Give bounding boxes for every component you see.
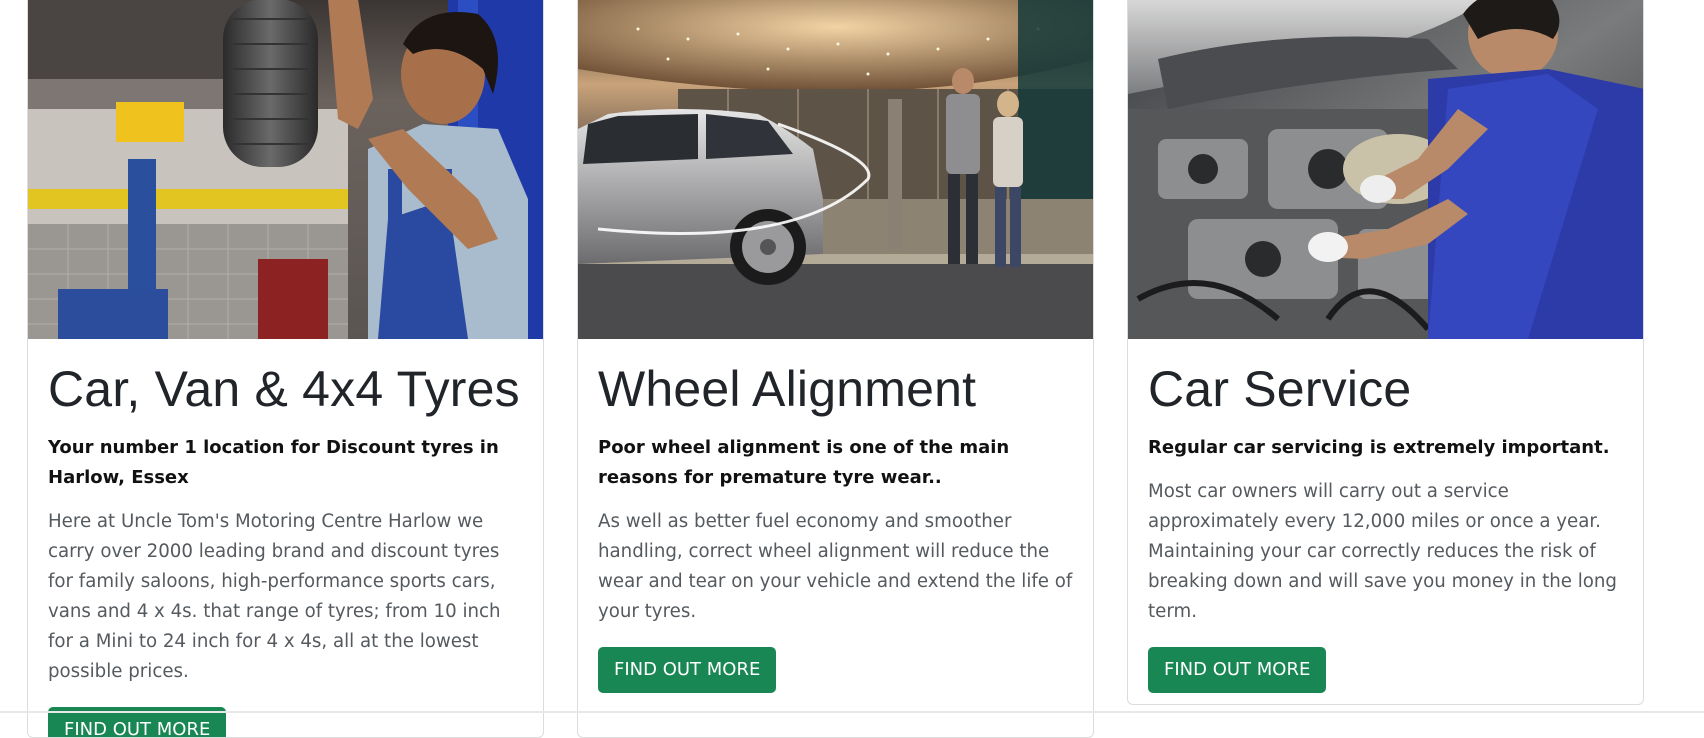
tyres-card-subtitle: Your number 1 location for Discount tyre… — [48, 437, 499, 488]
service-card-wheel-alignment: Wheel Alignment Poor wheel alignment is … — [577, 0, 1094, 738]
service-card-tyres: Car, Van & 4x4 Tyres Your number 1 locat… — [27, 0, 544, 738]
tyres-card-description: Here at Uncle Tom's Motoring Centre Harl… — [48, 511, 501, 682]
car-service-card-subtitle: Regular car servicing is extremely impor… — [1148, 437, 1610, 458]
service-cards: Car, Van & 4x4 Tyres Your number 1 locat… — [0, 0, 1704, 738]
tyres-card-image — [28, 0, 543, 339]
wheel-alignment-find-out-more-button[interactable]: FIND OUT MORE — [598, 647, 777, 693]
wheel-alignment-card-subtitle: Poor wheel alignment is one of the main … — [598, 437, 1010, 488]
car-service-card-description: Most car owners will carry out a service… — [1148, 481, 1617, 622]
tyres-card-body: Car, Van & 4x4 Tyres Your number 1 locat… — [28, 359, 543, 737]
wheel-alignment-card-description: As well as better fuel economy and smoot… — [598, 511, 1073, 622]
wheel-alignment-card-image — [578, 0, 1093, 339]
service-card-car-service: Car Service Regular car servicing is ext… — [1127, 0, 1644, 705]
car-service-find-out-more-button[interactable]: FIND OUT MORE — [1148, 647, 1327, 693]
car-service-card-body: Car Service Regular car servicing is ext… — [1128, 359, 1643, 693]
tyres-card-title: Car, Van & 4x4 Tyres — [48, 361, 520, 417]
wheel-alignment-card-title: Wheel Alignment — [598, 361, 977, 417]
car-service-card-image — [1128, 0, 1643, 339]
car-service-card-title: Car Service — [1148, 361, 1412, 417]
wheel-alignment-card-body: Wheel Alignment Poor wheel alignment is … — [578, 359, 1093, 693]
